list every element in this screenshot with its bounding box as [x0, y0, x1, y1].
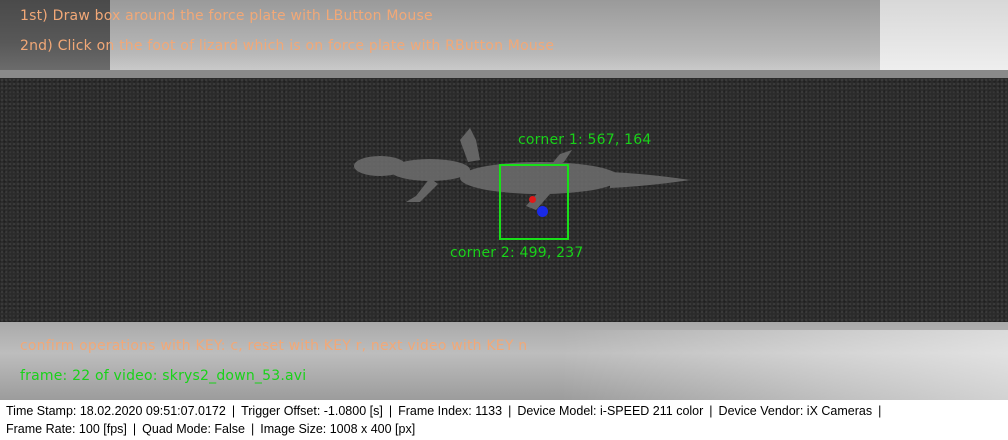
lizard-head — [354, 156, 406, 176]
lizard-tail — [610, 172, 690, 188]
status-device-model: Device Model: i-SPEED 211 color — [517, 404, 704, 418]
lizard-front-leg-down — [406, 178, 438, 202]
status-quad-mode: Quad Mode: False — [142, 422, 245, 436]
status-separator: | — [231, 404, 236, 418]
status-frame-index: Frame Index: 1133 — [398, 404, 503, 418]
foot-point-blue-marker[interactable] — [537, 206, 548, 217]
corner-2-label: corner 2: 499, 237 — [450, 245, 584, 261]
background-bottom-shine — [560, 330, 1008, 400]
status-separator: | — [132, 422, 137, 436]
status-bar: Time Stamp: 18.02.2020 09:51:07.0172 | Tri… — [0, 400, 1008, 440]
lizard-front-leg-up — [460, 128, 480, 162]
video-frame[interactable]: 1st) Draw box around the force plate wit… — [0, 0, 1008, 400]
status-device-vendor: Device Vendor: iX Cameras — [718, 404, 873, 418]
status-line-1: Time Stamp: 18.02.2020 09:51:07.0172 | Tri… — [6, 402, 1002, 420]
frame-info: frame: 22 of video: skrys2_down_53.avi — [20, 368, 307, 384]
instruction-click-foot: 2nd) Click on the foot of lizard which i… — [20, 38, 555, 54]
background-top-right-band — [880, 0, 1008, 76]
status-separator: | — [878, 404, 882, 418]
instruction-draw-box: 1st) Draw box around the force plate wit… — [20, 8, 433, 24]
background-edge-line — [0, 70, 1008, 78]
status-separator: | — [388, 404, 393, 418]
status-frame-rate: Frame Rate: 100 [fps] — [6, 422, 127, 436]
status-separator: | — [250, 422, 255, 436]
status-trigger-offset: Trigger Offset: -1.0800 [s] — [241, 404, 383, 418]
status-line-2: Frame Rate: 100 [fps] | Quad Mode: False | I… — [6, 420, 1002, 438]
foot-point-red-marker[interactable] — [529, 196, 536, 203]
status-image-size: Image Size: 1008 x 400 [px] — [260, 422, 416, 436]
corner-1-label: corner 1: 567, 164 — [518, 132, 652, 148]
status-separator: | — [508, 404, 512, 418]
status-separator: | — [709, 404, 713, 418]
status-time-stamp: Time Stamp: 18.02.2020 09:51:07.0172 — [6, 404, 226, 418]
keyboard-hint: confirm operations with KEY: c, reset wi… — [20, 338, 528, 354]
